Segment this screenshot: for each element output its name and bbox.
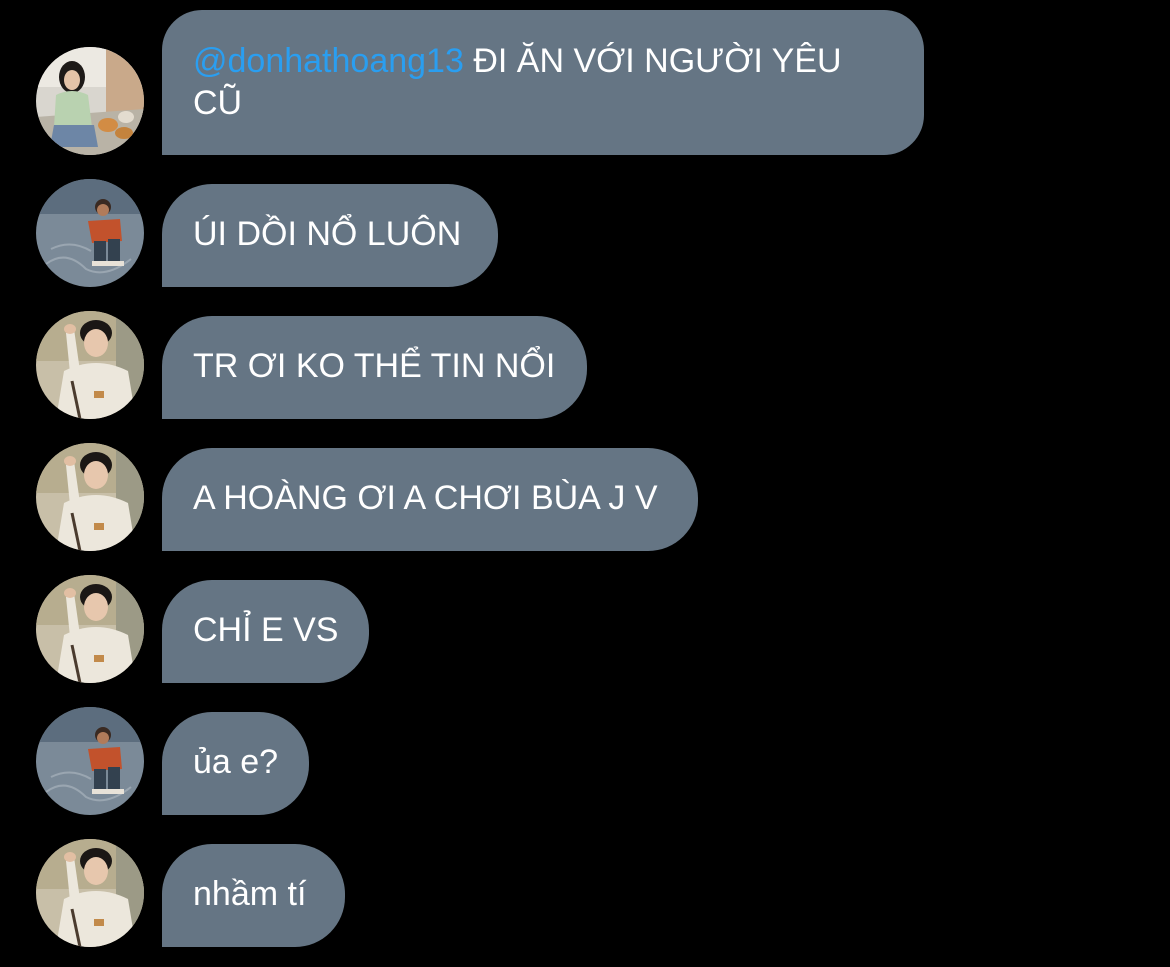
boy-white-sweater-avatar: [36, 575, 144, 683]
message-row: ủa e?: [0, 707, 1170, 815]
message-bubble[interactable]: A HOÀNG ƠI A CHƠI BÙA J V: [162, 448, 698, 551]
message-row: nhầm tí: [0, 839, 1170, 947]
man-crouching-avatar: [36, 707, 144, 815]
boy-white-sweater-avatar: [36, 839, 144, 947]
man-crouching-avatar: [36, 179, 144, 287]
avatar[interactable]: [36, 839, 144, 947]
message-text: CHỈ E VS: [193, 611, 339, 649]
message-text: nhầm tí: [193, 875, 307, 913]
message-text: TR ƠI KO THỂ TIN NỔI: [193, 347, 556, 385]
message-bubble[interactable]: @donhathoang13 ĐI ĂN VỚI NGƯỜI YÊU CŨ: [162, 10, 924, 155]
message-bubble[interactable]: ÚI DỒI NỔ LUÔN: [162, 184, 498, 287]
boy-white-sweater-avatar: [36, 311, 144, 419]
message-text: ủa e?: [193, 743, 279, 781]
avatar[interactable]: [36, 179, 144, 287]
message-bubble[interactable]: CHỈ E VS: [162, 580, 369, 683]
message-row: CHỈ E VS: [0, 575, 1170, 683]
avatar[interactable]: [36, 443, 144, 551]
chat-thread: @donhathoang13 ĐI ĂN VỚI NGƯỜI YÊU CŨ ÚI…: [0, 0, 1170, 967]
girl-with-cats-avatar: [36, 47, 144, 155]
avatar[interactable]: [36, 707, 144, 815]
user-mention[interactable]: @donhathoang13: [193, 42, 464, 80]
avatar[interactable]: [36, 47, 144, 155]
message-row: TR ƠI KO THỂ TIN NỔI: [0, 311, 1170, 419]
message-row: ÚI DỒI NỔ LUÔN: [0, 179, 1170, 287]
message-row: @donhathoang13 ĐI ĂN VỚI NGƯỜI YÊU CŨ: [0, 10, 1170, 156]
avatar[interactable]: [36, 575, 144, 683]
message-bubble[interactable]: TR ƠI KO THỂ TIN NỔI: [162, 316, 587, 419]
message-text: ÚI DỒI NỔ LUÔN: [193, 215, 462, 253]
boy-white-sweater-avatar: [36, 443, 144, 551]
message-text: A HOÀNG ƠI A CHƠI BÙA J V: [193, 479, 658, 517]
avatar[interactable]: [36, 311, 144, 419]
message-bubble[interactable]: ủa e?: [162, 712, 309, 815]
message-bubble[interactable]: nhầm tí: [162, 844, 345, 947]
message-row: A HOÀNG ƠI A CHƠI BÙA J V: [0, 443, 1170, 551]
